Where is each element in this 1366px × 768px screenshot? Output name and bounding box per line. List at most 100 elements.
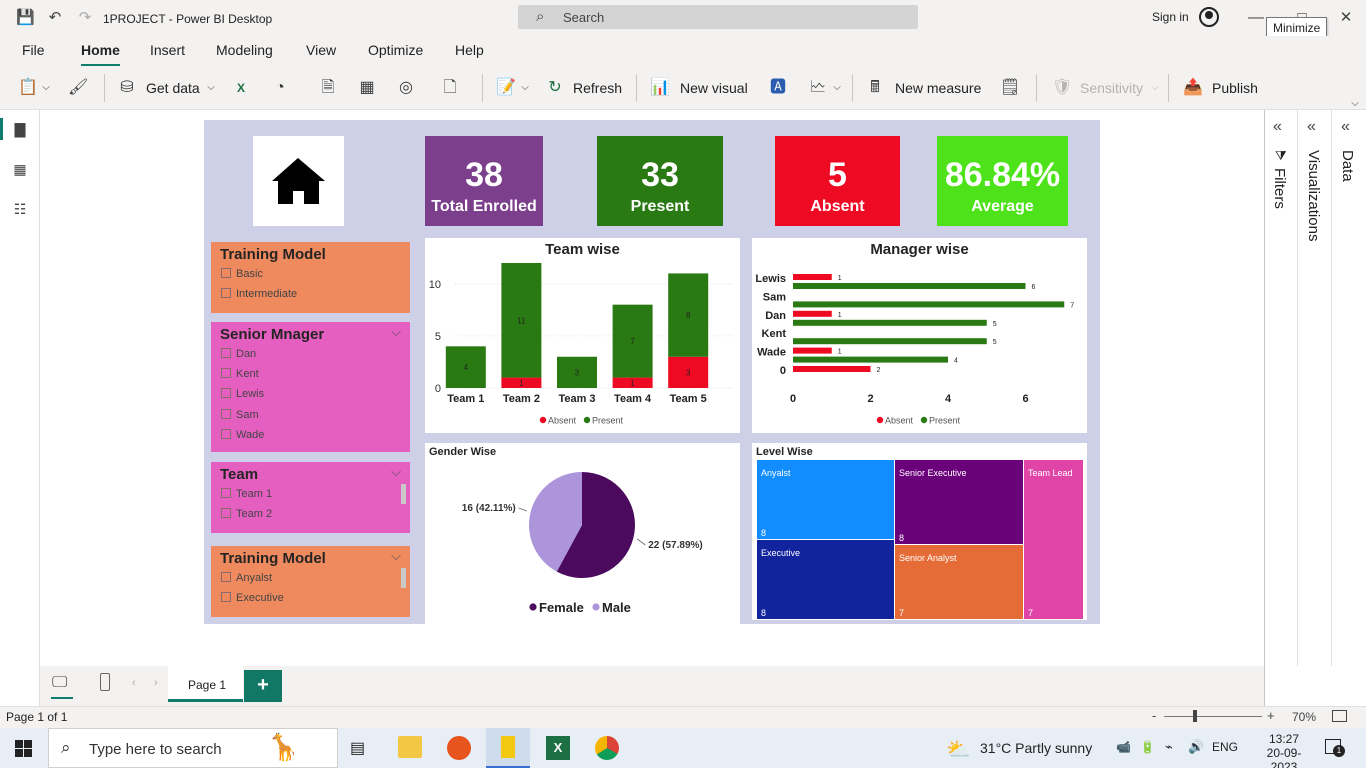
- sensitivity-button[interactable]: Sensitivity: [1080, 80, 1143, 96]
- checkbox[interactable]: [221, 388, 231, 398]
- treemap-tile[interactable]: Senior Executive 8: [894, 459, 1024, 545]
- sign-in-link[interactable]: Sign in: [1152, 10, 1189, 24]
- chevron-down-icon[interactable]: ⌵: [391, 324, 401, 340]
- menu-view[interactable]: View: [306, 42, 336, 58]
- get-data-button[interactable]: Get data: [146, 80, 200, 96]
- checkbox[interactable]: [221, 508, 231, 518]
- volume-icon[interactable]: 🔊: [1188, 739, 1204, 755]
- onelake-hub-icon[interactable]: ◔: [270, 78, 290, 98]
- checkbox[interactable]: [221, 348, 231, 358]
- checkbox[interactable]: [221, 572, 231, 582]
- scrollbar[interactable]: [401, 568, 406, 588]
- treemap-tile[interactable]: Team Lead 7: [1023, 459, 1084, 620]
- slicer-option[interactable]: Wade: [221, 429, 264, 441]
- wifi-icon[interactable]: ⌁: [1165, 739, 1173, 755]
- minimize-icon[interactable]: —: [1247, 9, 1265, 27]
- chevron-down-icon[interactable]: ⌵: [515, 78, 535, 98]
- undo-icon[interactable]: ↶: [46, 9, 64, 27]
- account-icon[interactable]: [1199, 7, 1219, 27]
- table-view-icon[interactable]: ▦: [11, 161, 29, 179]
- slicer-option[interactable]: Lewis: [221, 388, 264, 400]
- team-wise-chart[interactable]: Team wise 0 5 10 4 Team 1 1 11 Team 2 3 Team 317T…: [425, 238, 740, 433]
- filters-pane[interactable]: « ⧩ Filters: [1265, 110, 1298, 666]
- file-explorer-icon[interactable]: [398, 736, 422, 758]
- chevron-down-icon[interactable]: ⌵: [36, 78, 56, 98]
- checkbox[interactable]: [221, 268, 231, 278]
- tab-page-1[interactable]: Page 1: [168, 666, 243, 702]
- treemap-tile[interactable]: Executive 8: [756, 539, 895, 620]
- slicer-option[interactable]: Anyalst: [221, 572, 272, 584]
- weather-temp[interactable]: 31°C Partly sunny: [980, 740, 1092, 756]
- collapse-icon[interactable]: «: [1273, 118, 1282, 136]
- checkbox[interactable]: [221, 288, 231, 298]
- slicer-option[interactable]: Executive: [221, 592, 284, 604]
- publish-button[interactable]: Publish: [1212, 80, 1258, 96]
- task-view-icon[interactable]: ▤: [350, 738, 365, 758]
- zoom-in-button[interactable]: +: [1267, 708, 1275, 723]
- menu-insert[interactable]: Insert: [150, 42, 185, 58]
- slicer-option[interactable]: Team 1: [221, 488, 272, 500]
- slicer-option[interactable]: Sam: [221, 409, 259, 421]
- slicer-option[interactable]: Kent: [221, 368, 259, 380]
- slicer-option[interactable]: Basic: [221, 268, 263, 280]
- scrollbar[interactable]: [401, 484, 406, 504]
- quick-measure-icon[interactable]: 🗒: [1000, 78, 1020, 98]
- meet-now-icon[interactable]: 📹: [1116, 740, 1131, 754]
- report-view-icon[interactable]: ▇: [11, 121, 29, 139]
- checkbox[interactable]: [221, 592, 231, 602]
- chevron-down-icon[interactable]: ⌵: [201, 78, 221, 98]
- menu-help[interactable]: Help: [455, 42, 484, 58]
- enter-data-icon[interactable]: ▦: [357, 78, 377, 98]
- zoom-slider[interactable]: [1164, 716, 1262, 717]
- slicer-option[interactable]: Intermediate: [221, 288, 297, 300]
- menu-file[interactable]: File: [22, 42, 45, 58]
- close-icon[interactable]: ✕: [1337, 9, 1355, 27]
- new-visual-button[interactable]: New visual: [680, 80, 748, 96]
- chrome-icon[interactable]: [595, 736, 619, 760]
- visualizations-pane[interactable]: « Visualizations: [1299, 110, 1332, 666]
- home-button[interactable]: [253, 136, 344, 226]
- language-indicator[interactable]: ENG: [1212, 740, 1238, 754]
- zoom-slider-thumb[interactable]: [1193, 710, 1197, 722]
- desktop-layout-icon[interactable]: 🖵: [52, 674, 67, 692]
- save-icon[interactable]: 💾: [16, 9, 35, 27]
- treemap-tile[interactable]: Senior Analyst 7: [894, 544, 1024, 620]
- clock[interactable]: 13:27 20-09-2023: [1254, 732, 1314, 768]
- text-box-icon[interactable]: 🅰: [768, 78, 788, 98]
- checkbox[interactable]: [221, 429, 231, 439]
- search-box[interactable]: ⌕ Search: [518, 5, 918, 29]
- new-measure-button[interactable]: New measure: [895, 80, 981, 96]
- checkbox[interactable]: [221, 488, 231, 498]
- battery-icon[interactable]: 🔋: [1140, 740, 1155, 754]
- format-painter-icon[interactable]: 🖌: [68, 78, 88, 98]
- redo-icon[interactable]: ↷: [76, 9, 94, 27]
- level-wise-treemap[interactable]: Level Wise Anyalst 8 Executive 8 Senior …: [752, 443, 1087, 620]
- checkbox[interactable]: [221, 368, 231, 378]
- gender-wise-chart[interactable]: Gender Wise 22 (57.89%) 16 (42.11%) Female…: [425, 443, 740, 624]
- recent-sources-icon[interactable]: 🗋: [440, 78, 460, 98]
- menu-home[interactable]: Home: [81, 42, 120, 67]
- collapse-icon[interactable]: «: [1307, 118, 1316, 136]
- more-visuals-icon[interactable]: 🗠: [808, 78, 828, 98]
- chevron-down-icon[interactable]: ⌵: [391, 464, 401, 480]
- slicer-option[interactable]: Team 2: [221, 508, 272, 520]
- chevron-down-icon[interactable]: ⌵: [827, 78, 847, 98]
- refresh-button[interactable]: Refresh: [573, 80, 622, 96]
- paste-icon[interactable]: 📋: [18, 78, 38, 98]
- windows-start-icon[interactable]: [15, 740, 32, 757]
- slicer-option[interactable]: Dan: [221, 348, 256, 360]
- firefox-icon[interactable]: [447, 736, 471, 760]
- treemap-tile[interactable]: Anyalst 8: [756, 459, 895, 540]
- fit-to-page-icon[interactable]: [1332, 710, 1347, 722]
- collapse-icon[interactable]: «: [1341, 118, 1350, 136]
- menu-optimize[interactable]: Optimize: [368, 42, 423, 58]
- chevron-left-icon[interactable]: ‹: [132, 677, 136, 689]
- excel-icon[interactable]: X: [546, 736, 570, 760]
- sql-server-icon[interactable]: 🗎: [318, 78, 338, 98]
- transform-data-icon[interactable]: 📝: [496, 78, 516, 98]
- chevron-down-icon[interactable]: ⌵: [391, 548, 401, 564]
- menu-modeling[interactable]: Modeling: [216, 42, 273, 58]
- powerbi-taskbar-button[interactable]: [486, 728, 530, 768]
- manager-wise-chart[interactable]: Manager wise 0 2 4 6 Lewis 1 6 Sam 7 Dan 1 5 Kent 5 Wa…: [752, 238, 1087, 433]
- data-pane[interactable]: « Data: [1333, 110, 1366, 666]
